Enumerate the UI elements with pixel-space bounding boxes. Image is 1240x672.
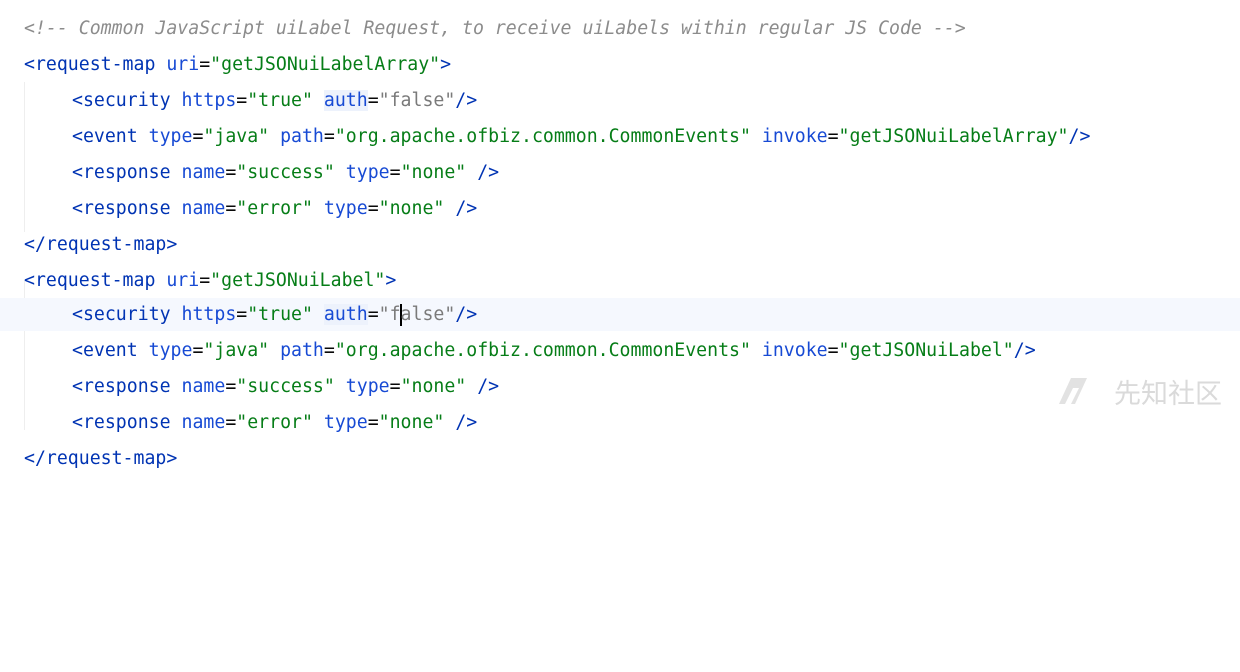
xml-attribute: path — [280, 340, 324, 361]
xml-attribute: auth — [323, 90, 368, 111]
xml-value: "success" — [236, 162, 335, 183]
xml-comment: <!-- Common JavaScript uiLabel Request, … — [24, 18, 966, 39]
code-line[interactable]: <event type="java" path="org.apache.ofbi… — [0, 120, 1240, 153]
current-line[interactable]: <security https="true" auth="false"/> — [0, 298, 1240, 331]
xml-tag: <event — [72, 126, 138, 147]
xml-attribute: type — [323, 198, 368, 219]
xml-attribute: auth — [323, 304, 368, 325]
xml-value: "org.apache.ofbiz.common.CommonEvents" — [334, 126, 751, 147]
xml-tag-close: > — [440, 54, 452, 75]
xml-tag-close: /> — [477, 376, 500, 397]
xml-tag-close: /> — [455, 198, 478, 219]
xml-attribute: name — [181, 376, 226, 397]
xml-tag: <response — [72, 412, 171, 433]
xianzhi-logo-icon — [1057, 314, 1109, 468]
code-line[interactable]: <response name="success" type="none" /> — [0, 156, 1240, 189]
xml-attribute: type — [323, 412, 368, 433]
xml-tag-close: /> — [1013, 340, 1036, 361]
xml-tag: <response — [72, 162, 171, 183]
xml-attribute: https — [181, 304, 237, 325]
xml-attribute: name — [181, 412, 226, 433]
xml-attribute: path — [280, 126, 324, 147]
xml-value: "getJSONuiLabelArray" — [210, 54, 441, 75]
xml-value: "true" — [247, 90, 313, 111]
xml-tag: <security — [72, 90, 171, 111]
code-line[interactable]: <event type="java" path="org.apache.ofbi… — [0, 334, 1240, 367]
xml-value: "getJSONuiLabel" — [838, 340, 1014, 361]
xml-attribute: uri — [166, 54, 200, 75]
xml-attribute: type — [345, 376, 390, 397]
code-line[interactable]: </request-map> — [0, 228, 1240, 261]
xml-attribute: invoke — [761, 340, 828, 361]
code-line[interactable]: <security https="true" auth="false"/> — [0, 84, 1240, 117]
xml-value: "false" — [378, 90, 456, 111]
xml-value: "java" — [203, 126, 270, 147]
xml-tag: <request-map — [24, 54, 156, 75]
xml-value: "error" — [236, 198, 313, 219]
xml-attribute: type — [148, 126, 193, 147]
xml-value-start: "f — [378, 304, 401, 325]
xml-attribute: name — [181, 162, 226, 183]
code-line[interactable]: <response name="error" type="none" /> — [0, 192, 1240, 225]
xml-tag: </request-map> — [24, 234, 178, 255]
code-line[interactable]: <request-map uri="getJSONuiLabelArray"> — [0, 48, 1240, 81]
xml-value: "getJSONuiLabel" — [210, 270, 386, 291]
xml-attribute: type — [148, 340, 193, 361]
watermark: 先知社区 — [1057, 314, 1222, 468]
xml-tag-close: /> — [455, 304, 478, 325]
xml-value: "success" — [236, 376, 335, 397]
xml-tag-close: /> — [477, 162, 500, 183]
xml-value: "true" — [247, 304, 313, 325]
xml-tag: <response — [72, 198, 171, 219]
xml-value: "error" — [236, 412, 313, 433]
watermark-text: 先知社区 — [1114, 378, 1222, 410]
xml-value-end: alse" — [400, 304, 456, 325]
xml-value: "java" — [203, 340, 270, 361]
xml-attribute: uri — [166, 270, 200, 291]
xml-tag: <security — [72, 304, 171, 325]
xml-tag-close: /> — [455, 90, 478, 111]
xml-tag-close: /> — [455, 412, 478, 433]
xml-value: "none" — [400, 162, 467, 183]
xml-value: "org.apache.ofbiz.common.CommonEvents" — [334, 340, 751, 361]
xml-attribute: name — [181, 198, 226, 219]
xml-value: "none" — [378, 198, 445, 219]
xml-tag-close: /> — [1068, 126, 1091, 147]
xml-attribute: type — [345, 162, 390, 183]
code-line[interactable]: <response name="error" type="none" /> — [0, 406, 1240, 439]
xml-tag: <event — [72, 340, 138, 361]
xml-tag: <request-map — [24, 270, 156, 291]
xml-tag: </request-map> — [24, 448, 178, 469]
code-editor[interactable]: <!-- Common JavaScript uiLabel Request, … — [0, 0, 1240, 478]
code-line[interactable]: <!-- Common JavaScript uiLabel Request, … — [0, 12, 1240, 45]
xml-tag-close: > — [385, 270, 397, 291]
xml-tag: <response — [72, 376, 171, 397]
xml-attribute: invoke — [761, 126, 828, 147]
code-line[interactable]: </request-map> — [0, 442, 1240, 475]
code-line[interactable]: <request-map uri="getJSONuiLabel"> — [0, 264, 1240, 297]
xml-attribute: https — [181, 90, 237, 111]
xml-value: "none" — [400, 376, 467, 397]
xml-value: "none" — [378, 412, 445, 433]
xml-value: "getJSONuiLabelArray" — [838, 126, 1069, 147]
code-line[interactable]: <response name="success" type="none" /> — [0, 370, 1240, 403]
